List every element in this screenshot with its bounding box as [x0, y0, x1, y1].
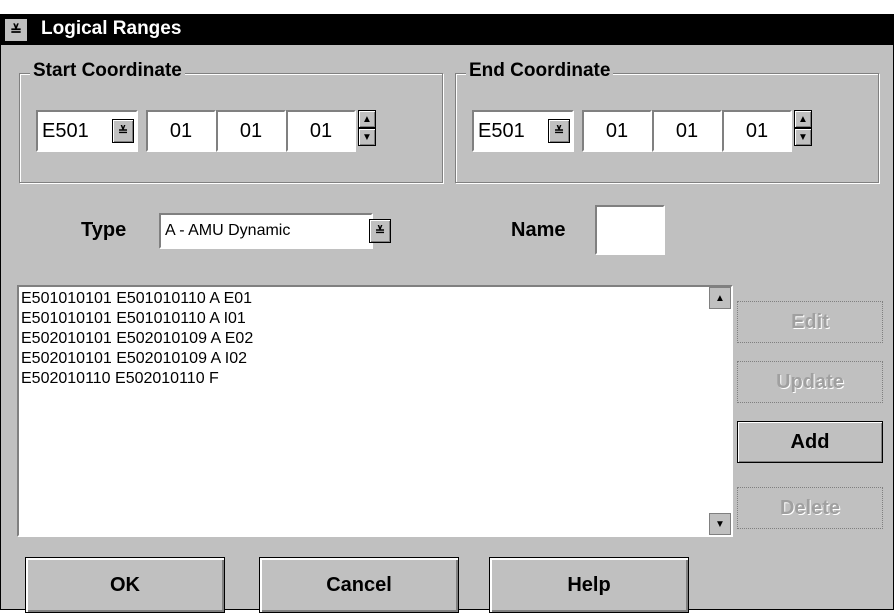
ranges-listbox[interactable]: E501010101 E501010110 A E01 E501010101 E5… [17, 285, 733, 537]
list-item[interactable]: E501010101 E501010110 A I01 [21, 309, 707, 329]
edit-button-label: Edit [791, 310, 829, 333]
help-button-label: Help [567, 573, 611, 596]
delete-button-label: Delete [779, 496, 841, 519]
delete-button[interactable]: Delete [737, 487, 883, 529]
help-button[interactable]: Help [489, 557, 689, 613]
name-input[interactable] [595, 205, 665, 255]
end-field-1-value: 01 [605, 119, 629, 142]
start-field-1[interactable]: 01 [146, 110, 216, 152]
end-coordinate-label: End Coordinate [466, 60, 614, 82]
type-label: Type [81, 219, 127, 241]
add-button-label: Add [790, 430, 830, 453]
update-button-label: Update [776, 370, 844, 393]
spin-up-icon[interactable]: ▲ [358, 110, 376, 128]
list-item[interactable]: E502010101 E502010109 A E02 [21, 329, 707, 349]
start-field-2[interactable]: 01 [216, 110, 286, 152]
spin-down-icon[interactable]: ▼ [358, 128, 376, 146]
edit-button[interactable]: Edit [737, 301, 883, 343]
list-item[interactable]: E502010101 E502010109 A I02 [21, 349, 707, 369]
scroll-up-icon[interactable]: ▲ [709, 287, 731, 309]
end-coordinate-group: End Coordinate E501 ≚ 01 01 01 ▲ ▼ [455, 60, 879, 183]
type-select[interactable]: A - AMU Dynamic [159, 213, 373, 249]
type-dropdown-icon[interactable]: ≚ [369, 219, 391, 243]
start-site-value: E501 [42, 119, 89, 142]
title-bar: ≚ Logical Ranges [1, 15, 893, 45]
update-button[interactable]: Update [737, 361, 883, 403]
end-field-3[interactable]: 01 [722, 110, 792, 152]
ok-button[interactable]: OK [25, 557, 225, 613]
end-field-3-value: 01 [745, 119, 769, 142]
spin-down-icon[interactable]: ▼ [794, 128, 812, 146]
end-field-2-value: 01 [675, 119, 699, 142]
start-coordinate-group: Start Coordinate E501 ≚ 01 01 01 ▲ ▼ [19, 60, 443, 183]
end-site-dropdown-icon[interactable]: ≚ [548, 119, 570, 143]
list-item[interactable]: E502010110 E502010110 F [21, 369, 707, 389]
type-value: A - AMU Dynamic [165, 222, 291, 239]
start-field-3[interactable]: 01 [286, 110, 356, 152]
end-field-2[interactable]: 01 [652, 110, 722, 152]
start-field-3-value: 01 [309, 119, 333, 142]
add-button[interactable]: Add [737, 421, 883, 463]
start-coordinate-label: Start Coordinate [30, 60, 185, 82]
start-field-1-value: 01 [169, 119, 193, 142]
window-title: Logical Ranges [41, 18, 182, 39]
scroll-down-icon[interactable]: ▼ [709, 513, 731, 535]
logical-ranges-dialog: ≚ Logical Ranges Start Coordinate E501 ≚… [0, 14, 894, 613]
end-site-value: E501 [478, 119, 525, 142]
spin-up-icon[interactable]: ▲ [794, 110, 812, 128]
start-spinner[interactable]: ▲ ▼ [358, 110, 376, 146]
cancel-button[interactable]: Cancel [259, 557, 459, 613]
end-spinner[interactable]: ▲ ▼ [794, 110, 812, 146]
end-field-1[interactable]: 01 [582, 110, 652, 152]
list-item[interactable]: E501010101 E501010110 A E01 [21, 289, 707, 309]
name-label: Name [511, 219, 566, 241]
start-field-2-value: 01 [239, 119, 263, 142]
ranges-list: E501010101 E501010110 A E01 E501010101 E5… [21, 289, 707, 389]
vertical-scrollbar[interactable]: ▲ ▼ [709, 287, 731, 535]
system-menu-icon[interactable]: ≚ [5, 19, 27, 41]
ok-button-label: OK [110, 573, 140, 596]
cancel-button-label: Cancel [326, 573, 392, 596]
start-site-dropdown-icon[interactable]: ≚ [112, 119, 134, 143]
